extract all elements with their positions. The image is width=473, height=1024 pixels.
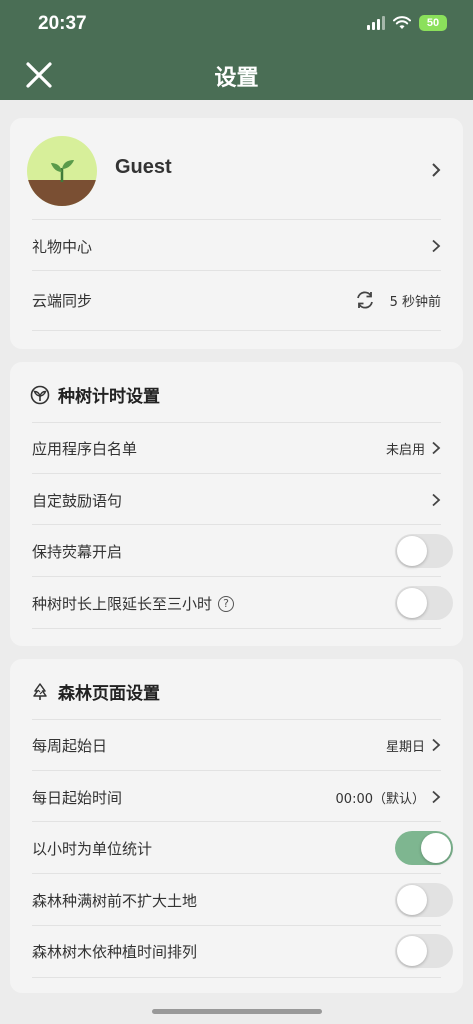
row-label: 应用程序白名单: [32, 439, 138, 458]
divider: [32, 719, 441, 720]
chevron-right-icon[interactable]: [431, 162, 441, 178]
seedling-icon: [30, 385, 50, 404]
divider: [32, 422, 441, 423]
chevron-right-icon: [432, 441, 441, 455]
row-label: 以小时为单位统计: [32, 839, 153, 858]
no-expand-land-toggle[interactable]: [395, 883, 453, 917]
sort-by-time-toggle[interactable]: [395, 934, 453, 968]
signal-icon: [367, 16, 385, 30]
row-value: 星期日: [385, 739, 425, 755]
keep-screen-on-toggle[interactable]: [395, 534, 453, 568]
row-label: 保持荧幕开启: [32, 542, 123, 561]
row-value: 未启用: [385, 442, 425, 458]
seedling-avatar-icon: [27, 136, 97, 206]
app-header: 20:37 50 设置: [0, 0, 473, 100]
section-title: 种树计时设置: [58, 387, 160, 407]
chevron-right-icon: [432, 790, 441, 804]
row-value: 00:00（默认）: [335, 791, 425, 807]
sync-status: 5 秒钟前: [354, 289, 441, 311]
section-title: 森林页面设置: [58, 684, 160, 704]
help-icon[interactable]: ?: [218, 596, 235, 612]
chevron-right-icon: [432, 239, 441, 253]
row-label: 每日起始时间: [32, 788, 123, 807]
row-label: 森林树木依种植时间排列: [32, 942, 198, 961]
divider: [32, 524, 441, 525]
extend-duration-toggle[interactable]: [395, 586, 453, 620]
chevron-right-icon: [432, 493, 441, 507]
forest-icon: [33, 682, 47, 700]
account-card: Guest 礼物中心 云端同步 5 秒钟前: [10, 118, 463, 349]
extend-duration-row: 种树时长上限延长至三小时?: [32, 586, 453, 620]
gift-center-row[interactable]: 礼物中心: [32, 234, 441, 258]
divider: [32, 873, 441, 874]
timer-settings-card: 种树计时设置 应用程序白名单 未启用 自定鼓励语句 保持荧幕开启 种树时长上限延…: [10, 362, 463, 646]
battery-icon: 50: [419, 15, 447, 31]
chevron-right-icon: [432, 738, 441, 752]
cloud-sync-row[interactable]: 云端同步 5 秒钟前: [32, 288, 441, 312]
section-header: 森林页面设置: [30, 679, 160, 704]
sync-time: 5 秒钟前: [389, 294, 441, 310]
divider: [32, 821, 441, 822]
divider: [32, 330, 441, 331]
avatar[interactable]: [27, 136, 97, 206]
page-title: 设置: [214, 66, 259, 91]
user-name[interactable]: Guest: [115, 156, 172, 179]
keep-screen-on-row: 保持荧幕开启: [32, 534, 453, 568]
hour-stats-toggle[interactable]: [395, 831, 453, 865]
status-icons: 50: [367, 15, 447, 31]
divider: [32, 925, 441, 926]
status-time: 20:37: [38, 13, 87, 34]
row-label: 森林种满树前不扩大土地: [32, 891, 198, 910]
week-start-row[interactable]: 每周起始日 星期日: [32, 733, 441, 757]
sync-icon[interactable]: [354, 289, 376, 311]
row-label: 自定鼓励语句: [32, 491, 123, 510]
divider: [32, 270, 441, 271]
section-header: 种树计时设置: [30, 382, 160, 407]
row-label: 礼物中心: [32, 237, 93, 256]
row-label: 种树时长上限延长至三小时: [32, 594, 213, 613]
row-label: 每周起始日: [32, 736, 108, 755]
no-expand-land-row: 森林种满树前不扩大土地: [32, 883, 453, 917]
row-label-group: 种树时长上限延长至三小时?: [32, 593, 235, 614]
divider: [32, 473, 441, 474]
divider: [32, 770, 441, 771]
divider: [32, 219, 441, 220]
divider: [32, 977, 441, 978]
hour-stats-row: 以小时为单位统计: [32, 831, 453, 865]
divider: [32, 576, 441, 577]
row-label: 云端同步: [32, 291, 93, 310]
custom-phrases-row[interactable]: 自定鼓励语句: [32, 488, 441, 512]
forest-settings-card: 森林页面设置 每周起始日 星期日 每日起始时间 00:00（默认） 以小时为单位…: [10, 659, 463, 993]
app-whitelist-row[interactable]: 应用程序白名单 未启用: [32, 436, 441, 460]
home-indicator[interactable]: [152, 1009, 322, 1014]
day-start-row[interactable]: 每日起始时间 00:00（默认）: [32, 785, 441, 809]
divider: [32, 628, 441, 629]
sort-by-time-row: 森林树木依种植时间排列: [32, 934, 453, 968]
wifi-icon: [393, 16, 411, 29]
